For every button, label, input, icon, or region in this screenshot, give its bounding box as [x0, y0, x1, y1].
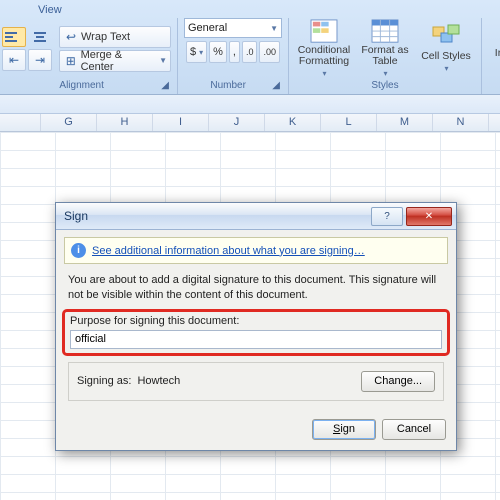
conditional-formatting-icon: [309, 19, 339, 43]
purpose-label: Purpose for signing this document:: [70, 315, 442, 327]
alignment-group-label: Alignment: [59, 80, 103, 91]
col-head[interactable]: I: [153, 114, 209, 131]
group-number: General ▼ $▾ % , .0 .00 Number ◢: [178, 18, 289, 94]
col-head[interactable]: G: [41, 114, 97, 131]
wrap-text-button[interactable]: ↩ Wrap Text: [59, 26, 171, 48]
format-as-table-icon: [370, 19, 400, 43]
cell-styles-button[interactable]: Cell Styles ▾: [417, 19, 475, 79]
number-format-combo[interactable]: General ▼: [184, 18, 282, 38]
group-cells-partial: Ir: [482, 18, 500, 94]
number-format-value: General: [188, 22, 227, 34]
currency-button[interactable]: $▾: [186, 41, 207, 63]
increase-indent-button[interactable]: ⇥: [28, 49, 52, 71]
insert-button[interactable]: Ir: [488, 24, 500, 84]
close-icon: ✕: [425, 211, 433, 222]
col-head[interactable]: L: [321, 114, 377, 131]
sign-button[interactable]: Sign: [312, 419, 376, 440]
group-styles: Conditional Formatting ▾ Format as Table ▾…: [289, 18, 482, 94]
chevron-down-icon: ▾: [199, 48, 203, 57]
chevron-down-icon: ▼: [270, 24, 278, 33]
signing-as-row: Signing as: Howtech Change...: [68, 362, 444, 401]
col-head[interactable]: J: [209, 114, 265, 131]
col-head[interactable]: K: [265, 114, 321, 131]
cell-styles-label: Cell Styles: [421, 51, 471, 63]
chevron-down-icon: ▾: [322, 70, 326, 79]
wrap-text-label: Wrap Text: [81, 31, 130, 43]
decrease-decimal-button[interactable]: .00: [259, 41, 280, 63]
help-button[interactable]: ?: [371, 207, 403, 226]
merge-icon: ⊞: [63, 53, 79, 69]
comma-button[interactable]: ,: [229, 41, 240, 63]
highlighted-field-area: Purpose for signing this document:: [62, 309, 450, 356]
dialog-buttons: Sign Cancel: [56, 411, 456, 450]
signing-as-value: Howtech: [137, 375, 361, 387]
currency-label: $: [190, 46, 196, 58]
change-button[interactable]: Change...: [361, 371, 435, 392]
info-bar: i See additional information about what …: [64, 237, 448, 264]
info-icon: i: [71, 243, 86, 258]
conditional-formatting-label: Conditional Formatting: [295, 45, 353, 68]
align-left-icon[interactable]: [2, 27, 26, 47]
inc-dec-label: .0: [246, 47, 254, 57]
dialog-titlebar[interactable]: Sign ? ✕: [56, 203, 456, 230]
sign-dialog: Sign ? ✕ i See additional information ab…: [55, 202, 457, 451]
tab-view[interactable]: View: [0, 4, 500, 18]
chevron-down-icon: ▼: [159, 56, 167, 65]
merge-center-button[interactable]: ⊞ Merge & Center ▼: [59, 50, 171, 72]
dialog-title: Sign: [64, 209, 368, 223]
help-icon: ?: [384, 211, 390, 222]
chevron-down-icon: ▾: [383, 70, 387, 79]
purpose-input[interactable]: [70, 330, 442, 349]
conditional-formatting-button[interactable]: Conditional Formatting ▾: [295, 19, 353, 79]
percent-button[interactable]: %: [209, 41, 227, 63]
wrap-text-icon: ↩: [63, 29, 79, 45]
signing-as-label: Signing as:: [77, 375, 131, 387]
percent-label: %: [213, 46, 223, 58]
close-button[interactable]: ✕: [406, 207, 452, 226]
comma-label: ,: [233, 46, 236, 58]
merge-center-label: Merge & Center: [81, 49, 157, 73]
number-group-label: Number: [210, 80, 246, 91]
insert-hint-label: Ir: [495, 48, 500, 60]
col-head[interactable]: M: [377, 114, 433, 131]
dialog-launcher-icon[interactable]: ◢: [161, 80, 169, 91]
cancel-button[interactable]: Cancel: [382, 419, 446, 440]
decrease-indent-button[interactable]: ⇤: [2, 49, 26, 71]
styles-group-label: Styles: [295, 79, 475, 94]
format-as-table-button[interactable]: Format as Table ▾: [356, 19, 414, 79]
cell-styles-icon: [431, 23, 461, 49]
column-headers[interactable]: G H I J K L M N: [0, 114, 500, 132]
ribbon: View ⇤ ⇥ ↩ Wrap Text ⊞: [0, 0, 500, 95]
col-head[interactable]: H: [97, 114, 153, 131]
align-center-icon[interactable]: [28, 27, 52, 47]
col-head-blank: [0, 114, 41, 131]
group-alignment: ⇤ ⇥ ↩ Wrap Text ⊞ Merge & Center ▼ Align…: [0, 18, 178, 94]
indent-left-icon: ⇤: [6, 52, 22, 68]
col-head[interactable]: N: [433, 114, 489, 131]
formula-bar-strip: [0, 95, 500, 114]
dialog-launcher-icon[interactable]: ◢: [272, 80, 280, 91]
dec-inc-label: .00: [263, 47, 276, 57]
chevron-down-icon: ▾: [444, 65, 448, 74]
format-as-table-label: Format as Table: [356, 45, 414, 68]
info-link[interactable]: See additional information about what yo…: [92, 245, 365, 257]
increase-decimal-button[interactable]: .0: [242, 41, 258, 63]
indent-right-icon: ⇥: [32, 52, 48, 68]
dialog-message: You are about to add a digital signature…: [68, 273, 444, 303]
